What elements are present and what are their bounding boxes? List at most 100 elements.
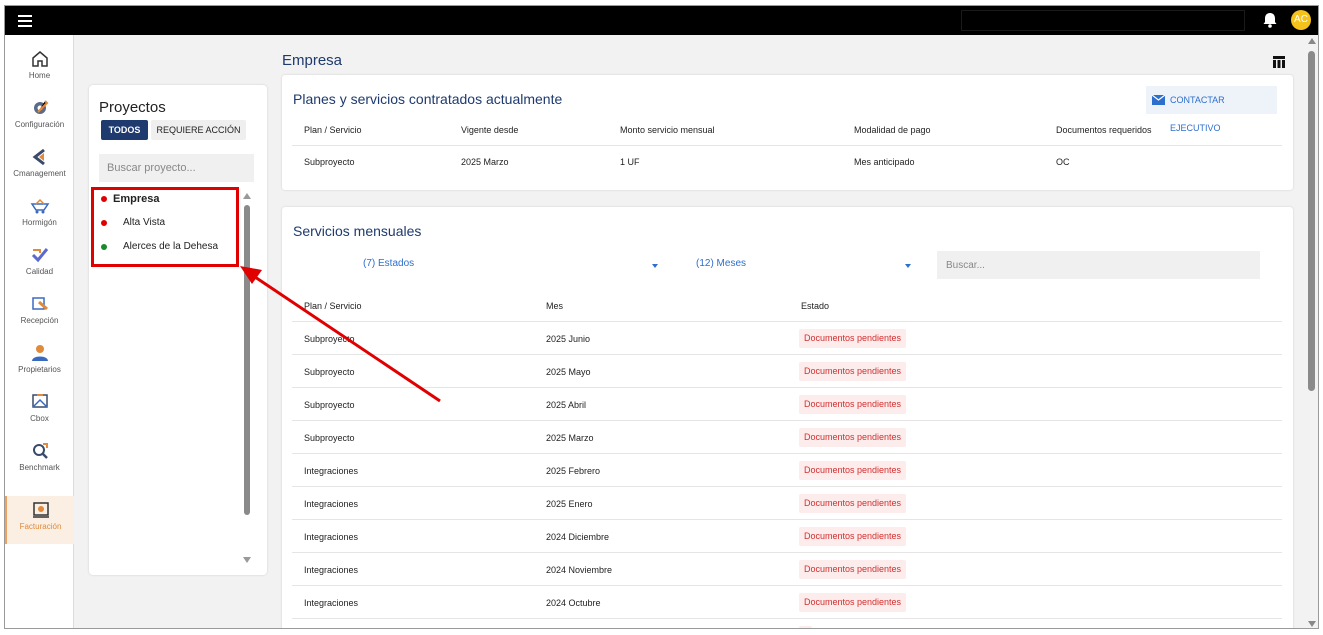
- sidebar-item-label: Cbox: [30, 414, 49, 423]
- chevron-down-icon[interactable]: [905, 264, 911, 268]
- status-badge-partial: [799, 626, 812, 628]
- contact-executive-button[interactable]: CONTACTAR EJECUTIVO: [1146, 86, 1277, 133]
- monthly-title: Servicios mensuales: [293, 223, 422, 239]
- scrollbar-thumb[interactable]: [1308, 51, 1315, 391]
- month-cell: 2025 Febrero: [546, 466, 601, 476]
- month-cell: 2025 Mayo: [546, 367, 591, 377]
- owners-icon: [31, 345, 48, 361]
- month-cell: 2025 Enero: [546, 499, 593, 509]
- sidebar-item-home[interactable]: Home: [5, 45, 74, 93]
- status-badge: Documentos pendientes: [799, 329, 907, 348]
- table-cell: OC: [1056, 157, 1070, 167]
- quality-icon: [31, 248, 48, 263]
- bell-icon[interactable]: [1261, 11, 1279, 29]
- sidebar-item-label: Cmanagement: [13, 169, 66, 178]
- service-cell: Integraciones: [304, 532, 359, 542]
- table-row[interactable]: Integraciones 2025 Febrero Documentos pe…: [292, 453, 1282, 486]
- table-cell: Subproyecto: [304, 157, 355, 167]
- table-view-icon[interactable]: [1272, 55, 1286, 69]
- monthly-services-card: Servicios mensuales (7) Estados (12) Mes…: [282, 207, 1293, 628]
- table-row[interactable]: Integraciones 2025 Enero Documentos pend…: [292, 486, 1282, 519]
- sidebar-item-label: Home: [28, 71, 51, 80]
- plans-title: Planes y servicios contratados actualmen…: [293, 91, 563, 107]
- status-badge: Documentos pendientes: [799, 461, 907, 480]
- table-cell: 2025 Marzo: [461, 157, 509, 167]
- sidebar-item-cmanagement[interactable]: Cmanagement: [5, 143, 74, 191]
- left-sidebar: Home Configuración Cmanagement Hormigón …: [5, 35, 74, 628]
- sidebar-item-propietarios[interactable]: Propietarios: [5, 339, 74, 387]
- scroll-down-icon[interactable]: [1308, 621, 1316, 627]
- hamburger-icon[interactable]: [18, 12, 32, 28]
- projects-title: Proyectos: [99, 99, 166, 116]
- scroll-up-icon[interactable]: [1308, 38, 1316, 44]
- states-filter-dropdown[interactable]: (7) Estados: [363, 258, 414, 269]
- column-header: Monto servicio mensual: [620, 125, 715, 135]
- service-cell: Integraciones: [304, 499, 359, 509]
- service-cell: Subproyecto: [304, 334, 355, 344]
- mail-icon: [1152, 95, 1165, 105]
- project-search-input[interactable]: [99, 154, 254, 182]
- reception-icon: [31, 297, 48, 311]
- table-row[interactable]: Subproyecto 2025 Junio Documentos pendie…: [292, 321, 1282, 354]
- month-cell: 2025 Junio: [546, 334, 591, 344]
- sidebar-item-label: Propietarios: [18, 365, 61, 374]
- table-divider: [292, 145, 1282, 146]
- plans-card: Planes y servicios contratados actualmen…: [282, 75, 1293, 190]
- avatar[interactable]: AC: [1291, 10, 1311, 30]
- top-bar-blank-area: [961, 10, 1245, 31]
- status-badge: Documentos pendientes: [799, 560, 907, 579]
- table-cell: 1 UF: [620, 157, 640, 167]
- tab-requiere-accion[interactable]: REQUIERE ACCIÓN: [151, 120, 246, 140]
- scroll-down-icon[interactable]: [243, 557, 251, 563]
- sidebar-item-configuracion[interactable]: Configuración: [5, 94, 74, 142]
- table-row[interactable]: Integraciones 2024 Diciembre Documentos …: [292, 519, 1282, 552]
- projects-panel: Proyectos TODOS REQUIERE ACCIÓN Empresa …: [89, 85, 267, 575]
- column-header: Vigente desde: [461, 125, 519, 135]
- table-row[interactable]: Integraciones 2024 Octubre Documentos pe…: [292, 585, 1282, 618]
- column-header: Plan / Servicio: [304, 125, 362, 135]
- home-icon: [31, 51, 48, 67]
- column-header: Modalidad de pago: [854, 125, 931, 135]
- status-badge: Documentos pendientes: [799, 494, 907, 513]
- sidebar-item-calidad[interactable]: Calidad: [5, 241, 74, 289]
- sidebar-item-label: Benchmark: [19, 463, 60, 472]
- scrollbar-thumb[interactable]: [244, 205, 250, 515]
- sidebar-item-label: Facturación: [19, 522, 62, 531]
- page-title: Empresa: [282, 52, 343, 69]
- table-cell: Mes anticipado: [854, 157, 915, 167]
- cbox-icon: [31, 394, 48, 408]
- scroll-up-icon[interactable]: [243, 193, 251, 199]
- sidebar-item-label: Configuración: [14, 120, 65, 129]
- sidebar-item-label: Calidad: [25, 267, 54, 276]
- sidebar-item-hormigon[interactable]: Hormigón: [5, 192, 74, 240]
- top-bar: AC: [5, 6, 1318, 35]
- column-header: Estado: [801, 301, 830, 311]
- sidebar-item-recepcion[interactable]: Recepción: [5, 290, 74, 338]
- months-filter-dropdown[interactable]: (12) Meses: [696, 258, 746, 269]
- benchmark-icon: [32, 443, 48, 459]
- cmanagement-icon: [32, 148, 45, 166]
- status-badge: Documentos pendientes: [799, 527, 907, 546]
- status-badge: Documentos pendientes: [799, 362, 907, 381]
- column-header: Mes: [546, 301, 564, 311]
- table-row[interactable]: Subproyecto 2025 Marzo Documentos pendie…: [292, 420, 1282, 453]
- table-row[interactable]: Subproyecto 2025 Abril Documentos pendie…: [292, 387, 1282, 420]
- service-cell: Integraciones: [304, 598, 359, 608]
- project-list-scrollbar[interactable]: [243, 193, 251, 563]
- status-badge: Documentos pendientes: [799, 428, 907, 447]
- table-row[interactable]: Subproyecto 2025 Mayo Documentos pendien…: [292, 354, 1282, 387]
- sidebar-item-facturacion[interactable]: Facturación: [5, 496, 74, 544]
- month-cell: 2024 Noviembre: [546, 565, 613, 575]
- service-cell: Subproyecto: [304, 400, 355, 410]
- chevron-down-icon[interactable]: [652, 264, 658, 268]
- gear-icon: [33, 100, 48, 114]
- services-search-input[interactable]: [937, 251, 1260, 279]
- table-row[interactable]: [292, 618, 1282, 628]
- annotation-highlight-box: [91, 187, 239, 267]
- sidebar-item-benchmark[interactable]: Benchmark: [5, 437, 74, 485]
- table-row[interactable]: Integraciones 2024 Noviembre Documentos …: [292, 552, 1282, 585]
- tab-todos[interactable]: TODOS: [101, 120, 148, 140]
- month-cell: 2025 Marzo: [546, 433, 594, 443]
- sidebar-item-cbox[interactable]: Cbox: [5, 388, 74, 436]
- main-scrollbar[interactable]: [1305, 35, 1318, 628]
